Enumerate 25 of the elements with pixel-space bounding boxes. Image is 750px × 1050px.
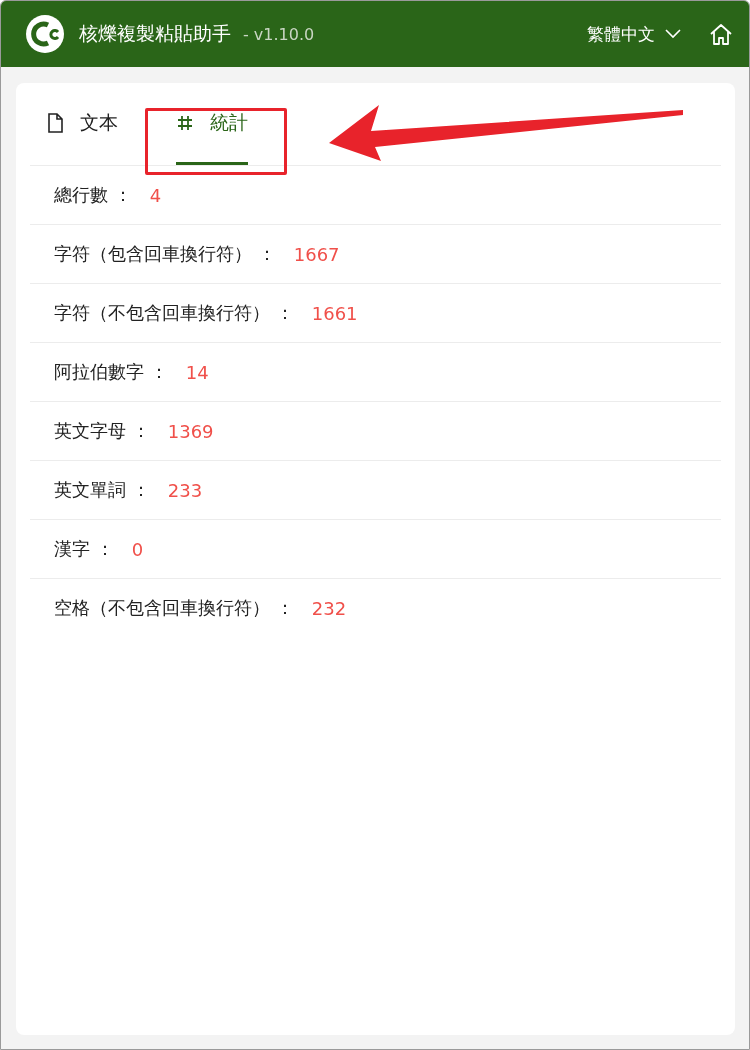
- stat-value: 4: [149, 184, 162, 206]
- caret-icon: [665, 29, 681, 39]
- stat-label: 英文字母 ：: [54, 419, 150, 443]
- version-label: - v1.10.0: [243, 24, 315, 44]
- stat-value: 14: [185, 361, 209, 383]
- app-title: 核爍複製粘貼助手: [79, 21, 231, 46]
- file-icon: [46, 112, 64, 133]
- tab[interactable]: 統計: [176, 83, 248, 165]
- stat-value: 232: [311, 597, 347, 619]
- home-icon[interactable]: [709, 23, 733, 45]
- stat-value: 1661: [311, 302, 358, 324]
- stat-label: 空格（不包含回車換行符） ：: [54, 596, 294, 620]
- stat-label: 漢字 ：: [54, 537, 114, 561]
- stat-value: 1667: [293, 243, 340, 265]
- stat-label: 字符（不包含回車換行符） ：: [54, 301, 294, 325]
- stat-label: 英文單詞 ：: [54, 478, 150, 502]
- language-dropdown[interactable]: 繁體中文: [587, 22, 681, 46]
- stat-value: 1369: [167, 420, 214, 442]
- stat-value: 233: [167, 479, 203, 501]
- tab[interactable]: 文本: [46, 83, 134, 165]
- stat-label: 總行數 ：: [54, 183, 132, 207]
- stat-label: 阿拉伯數字 ：: [54, 360, 168, 384]
- logo-icon: [25, 14, 65, 54]
- stat-label: 字符（包含回車換行符） ：: [54, 242, 276, 266]
- stat-value: 0: [131, 538, 144, 560]
